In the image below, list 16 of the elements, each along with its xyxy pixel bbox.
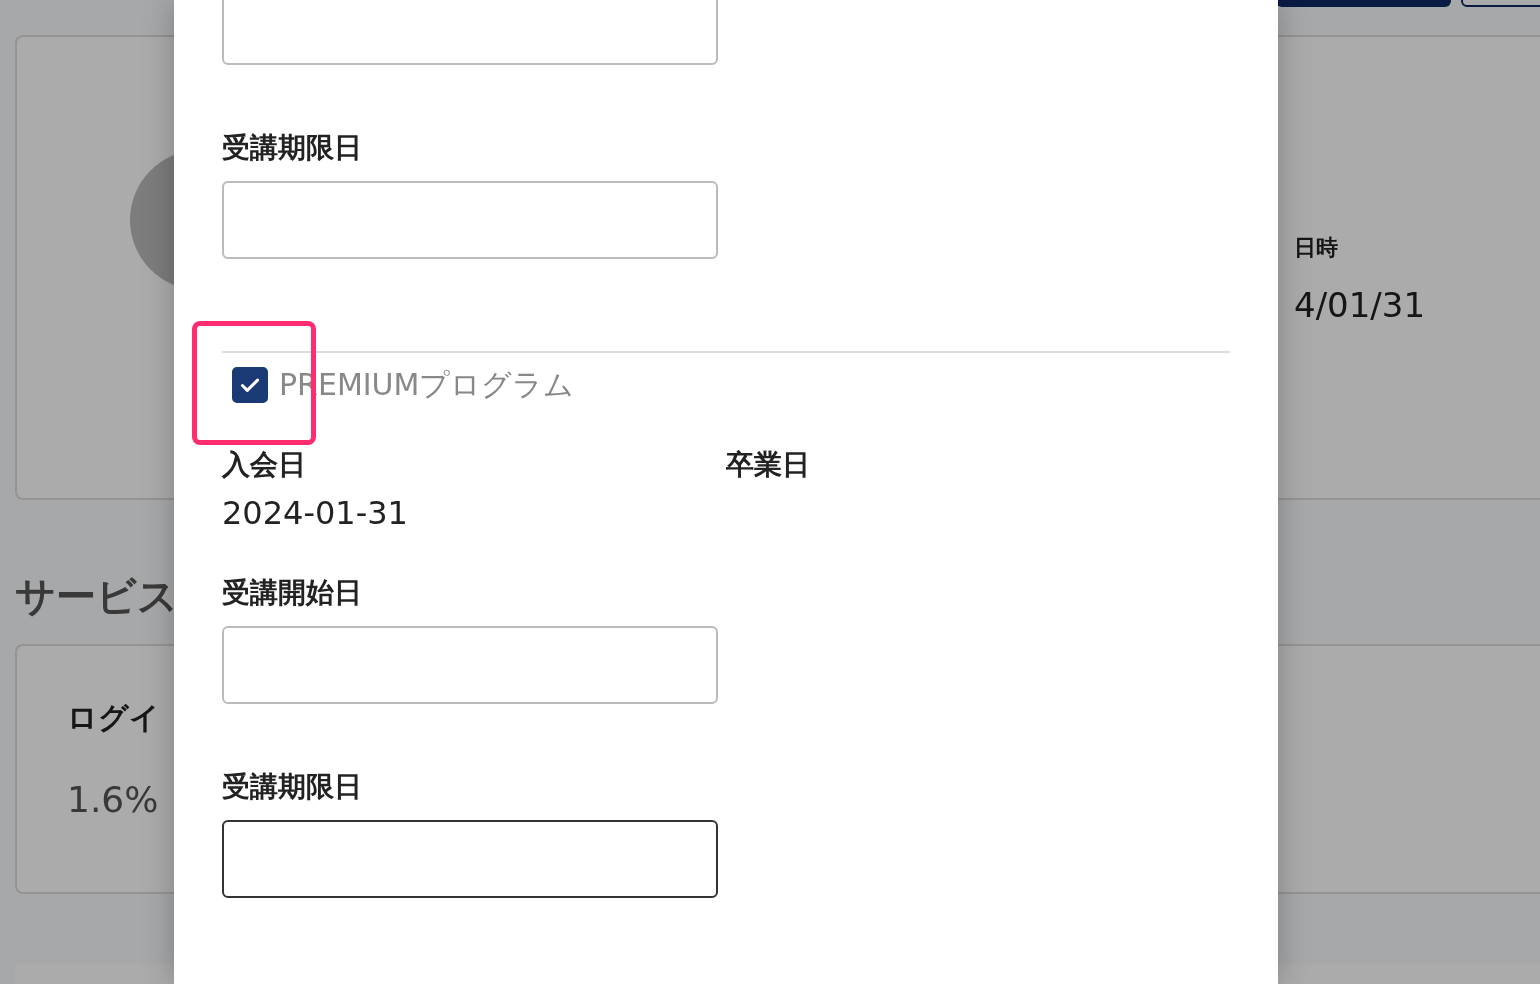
date-input-field[interactable] — [222, 181, 718, 259]
date-input-field[interactable] — [222, 820, 718, 898]
date-input-field[interactable] — [222, 626, 718, 704]
section-title: サービス — [15, 572, 178, 620]
field-value: 4/01/31 — [1294, 285, 1426, 325]
stat-label: ログイ — [67, 699, 161, 737]
stat-value: 1.6% — [67, 779, 160, 820]
field-label: 日時 — [1294, 234, 1339, 262]
date-input-field[interactable] — [222, 0, 718, 65]
field-label: 卒業日 — [726, 447, 811, 483]
field-label: 受講期限日 — [222, 769, 363, 805]
checkbox[interactable] — [232, 367, 268, 403]
field-label: 受講期限日 — [222, 130, 363, 166]
field-label: 受講開始日 — [222, 575, 363, 611]
field-label: 入会日 — [222, 447, 307, 483]
date-value: 2024-01-31 — [222, 493, 409, 533]
